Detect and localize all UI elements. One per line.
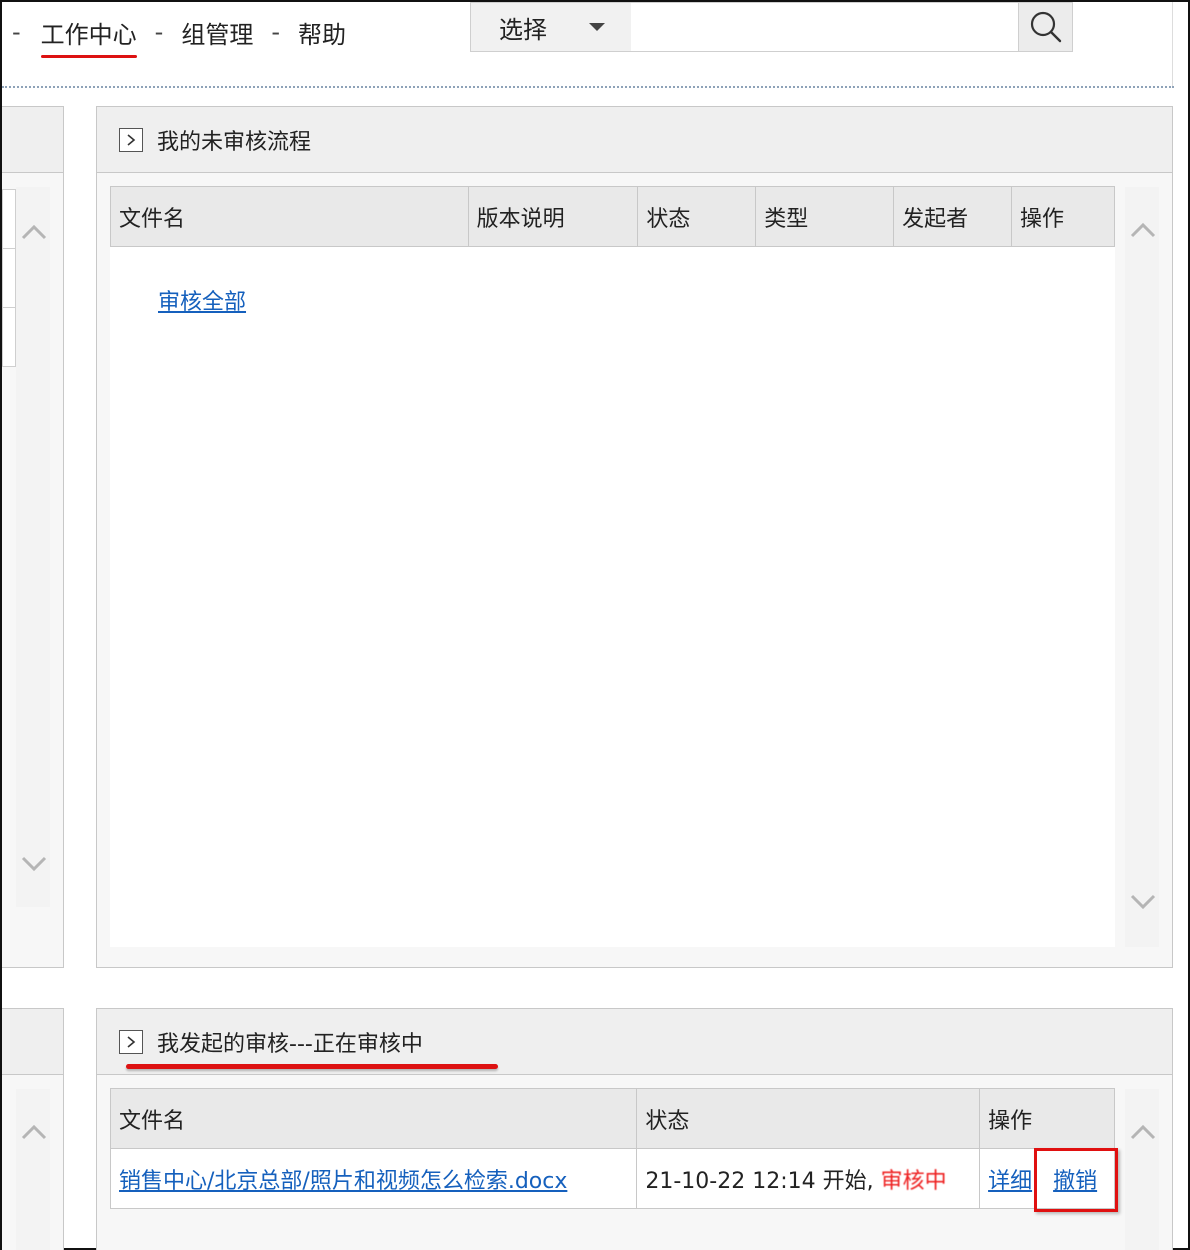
- file-name-cell: 销售中心/北京总部/照片和视频怎么检索.docx: [109, 1148, 638, 1209]
- chevron-up-icon[interactable]: [1129, 221, 1157, 239]
- chevron-right-icon: [127, 1035, 136, 1048]
- status-start-time: 21-10-22 12:14 开始,: [645, 1168, 874, 1194]
- search-scope-label: 选择: [499, 15, 547, 44]
- nav-item-work-center[interactable]: 工作中心: [40, 15, 137, 58]
- left-scrollbar[interactable]: [16, 1089, 50, 1250]
- status-cell: 21-10-22 12:14 开始, 审核中: [636, 1148, 981, 1209]
- pending-review-body: [110, 247, 1115, 947]
- column-header[interactable]: 版本说明: [467, 186, 639, 247]
- search-icon: [1030, 11, 1061, 43]
- highlight-box: [1034, 1148, 1118, 1212]
- column-header[interactable]: 状态: [637, 186, 757, 247]
- status-badge: 审核中: [880, 1168, 947, 1194]
- column-header[interactable]: 类型: [755, 186, 895, 247]
- left-scrollbar[interactable]: [16, 187, 50, 907]
- panel-title: 我发起的审核---正在审核中: [157, 1031, 423, 1057]
- column-header[interactable]: 文件名: [109, 1088, 638, 1149]
- chevron-down-icon[interactable]: [1129, 893, 1157, 911]
- panel-scrollbar[interactable]: [1125, 1089, 1159, 1250]
- left-panel-lower: [2, 1008, 64, 1250]
- panel-scrollbar[interactable]: [1125, 187, 1159, 947]
- search-scope-select[interactable]: 选择: [470, 2, 632, 52]
- left-panel-cell: [2, 189, 16, 249]
- left-panel-cell: [2, 248, 16, 308]
- table-header-row: 文件名 版本说明 状态 类型 发起者 操作: [110, 186, 1115, 247]
- detail-link[interactable]: 详细: [988, 1169, 1032, 1194]
- expand-toggle[interactable]: [119, 127, 143, 152]
- nav-item-help[interactable]: 帮助: [298, 15, 346, 50]
- expand-toggle[interactable]: [119, 1029, 143, 1054]
- highlight-underline: [126, 1064, 498, 1069]
- table-header-row: 文件名 状态 操作: [109, 1088, 1115, 1149]
- column-header[interactable]: 发起者: [893, 186, 1013, 247]
- column-header[interactable]: 操作: [979, 1088, 1115, 1149]
- chevron-up-icon[interactable]: [20, 223, 48, 241]
- chevron-right-icon: [127, 133, 136, 146]
- column-header[interactable]: 文件名: [110, 186, 469, 247]
- chevron-down-icon: [589, 23, 605, 31]
- table-row: 销售中心/北京总部/照片和视频怎么检索.docx 21-10-22 12:14 …: [109, 1148, 1115, 1209]
- chevron-up-icon[interactable]: [20, 1123, 48, 1141]
- pending-review-table: 文件名 版本说明 状态 类型 发起者 操作: [110, 186, 1115, 247]
- initiated-review-table: 文件名 状态 操作 销售中心/北京总部/照片和视频怎么检索.docx 21-10…: [109, 1088, 1115, 1209]
- nav-separator: -: [271, 18, 281, 46]
- nav-item-group-management[interactable]: 组管理: [181, 15, 253, 50]
- nav-leading-separator: -: [12, 18, 21, 46]
- file-link[interactable]: 销售中心/北京总部/照片和视频怎么检索.docx: [119, 1169, 567, 1194]
- chevron-up-icon[interactable]: [1129, 1123, 1157, 1141]
- top-nav: - 工作中心 - 组管理 - 帮助: [10, 12, 346, 58]
- search-input[interactable]: [631, 2, 1020, 52]
- divider: [2, 86, 1174, 88]
- panel-title: 我的未审核流程: [157, 129, 312, 155]
- column-header[interactable]: 操作: [1011, 186, 1115, 247]
- top-scrollbar[interactable]: [1172, 2, 1188, 86]
- column-header[interactable]: 状态: [636, 1088, 981, 1149]
- nav-separator: -: [154, 18, 164, 46]
- chevron-down-icon[interactable]: [20, 855, 48, 873]
- panel-header: 我的未审核流程: [97, 107, 1172, 173]
- left-panel-header: [2, 1009, 63, 1075]
- left-panel-cell: [2, 307, 16, 367]
- left-panel-header: [2, 107, 63, 173]
- left-panel-upper: [2, 106, 64, 968]
- search-button[interactable]: [1018, 2, 1073, 52]
- approve-all-link[interactable]: 审核全部: [158, 284, 246, 316]
